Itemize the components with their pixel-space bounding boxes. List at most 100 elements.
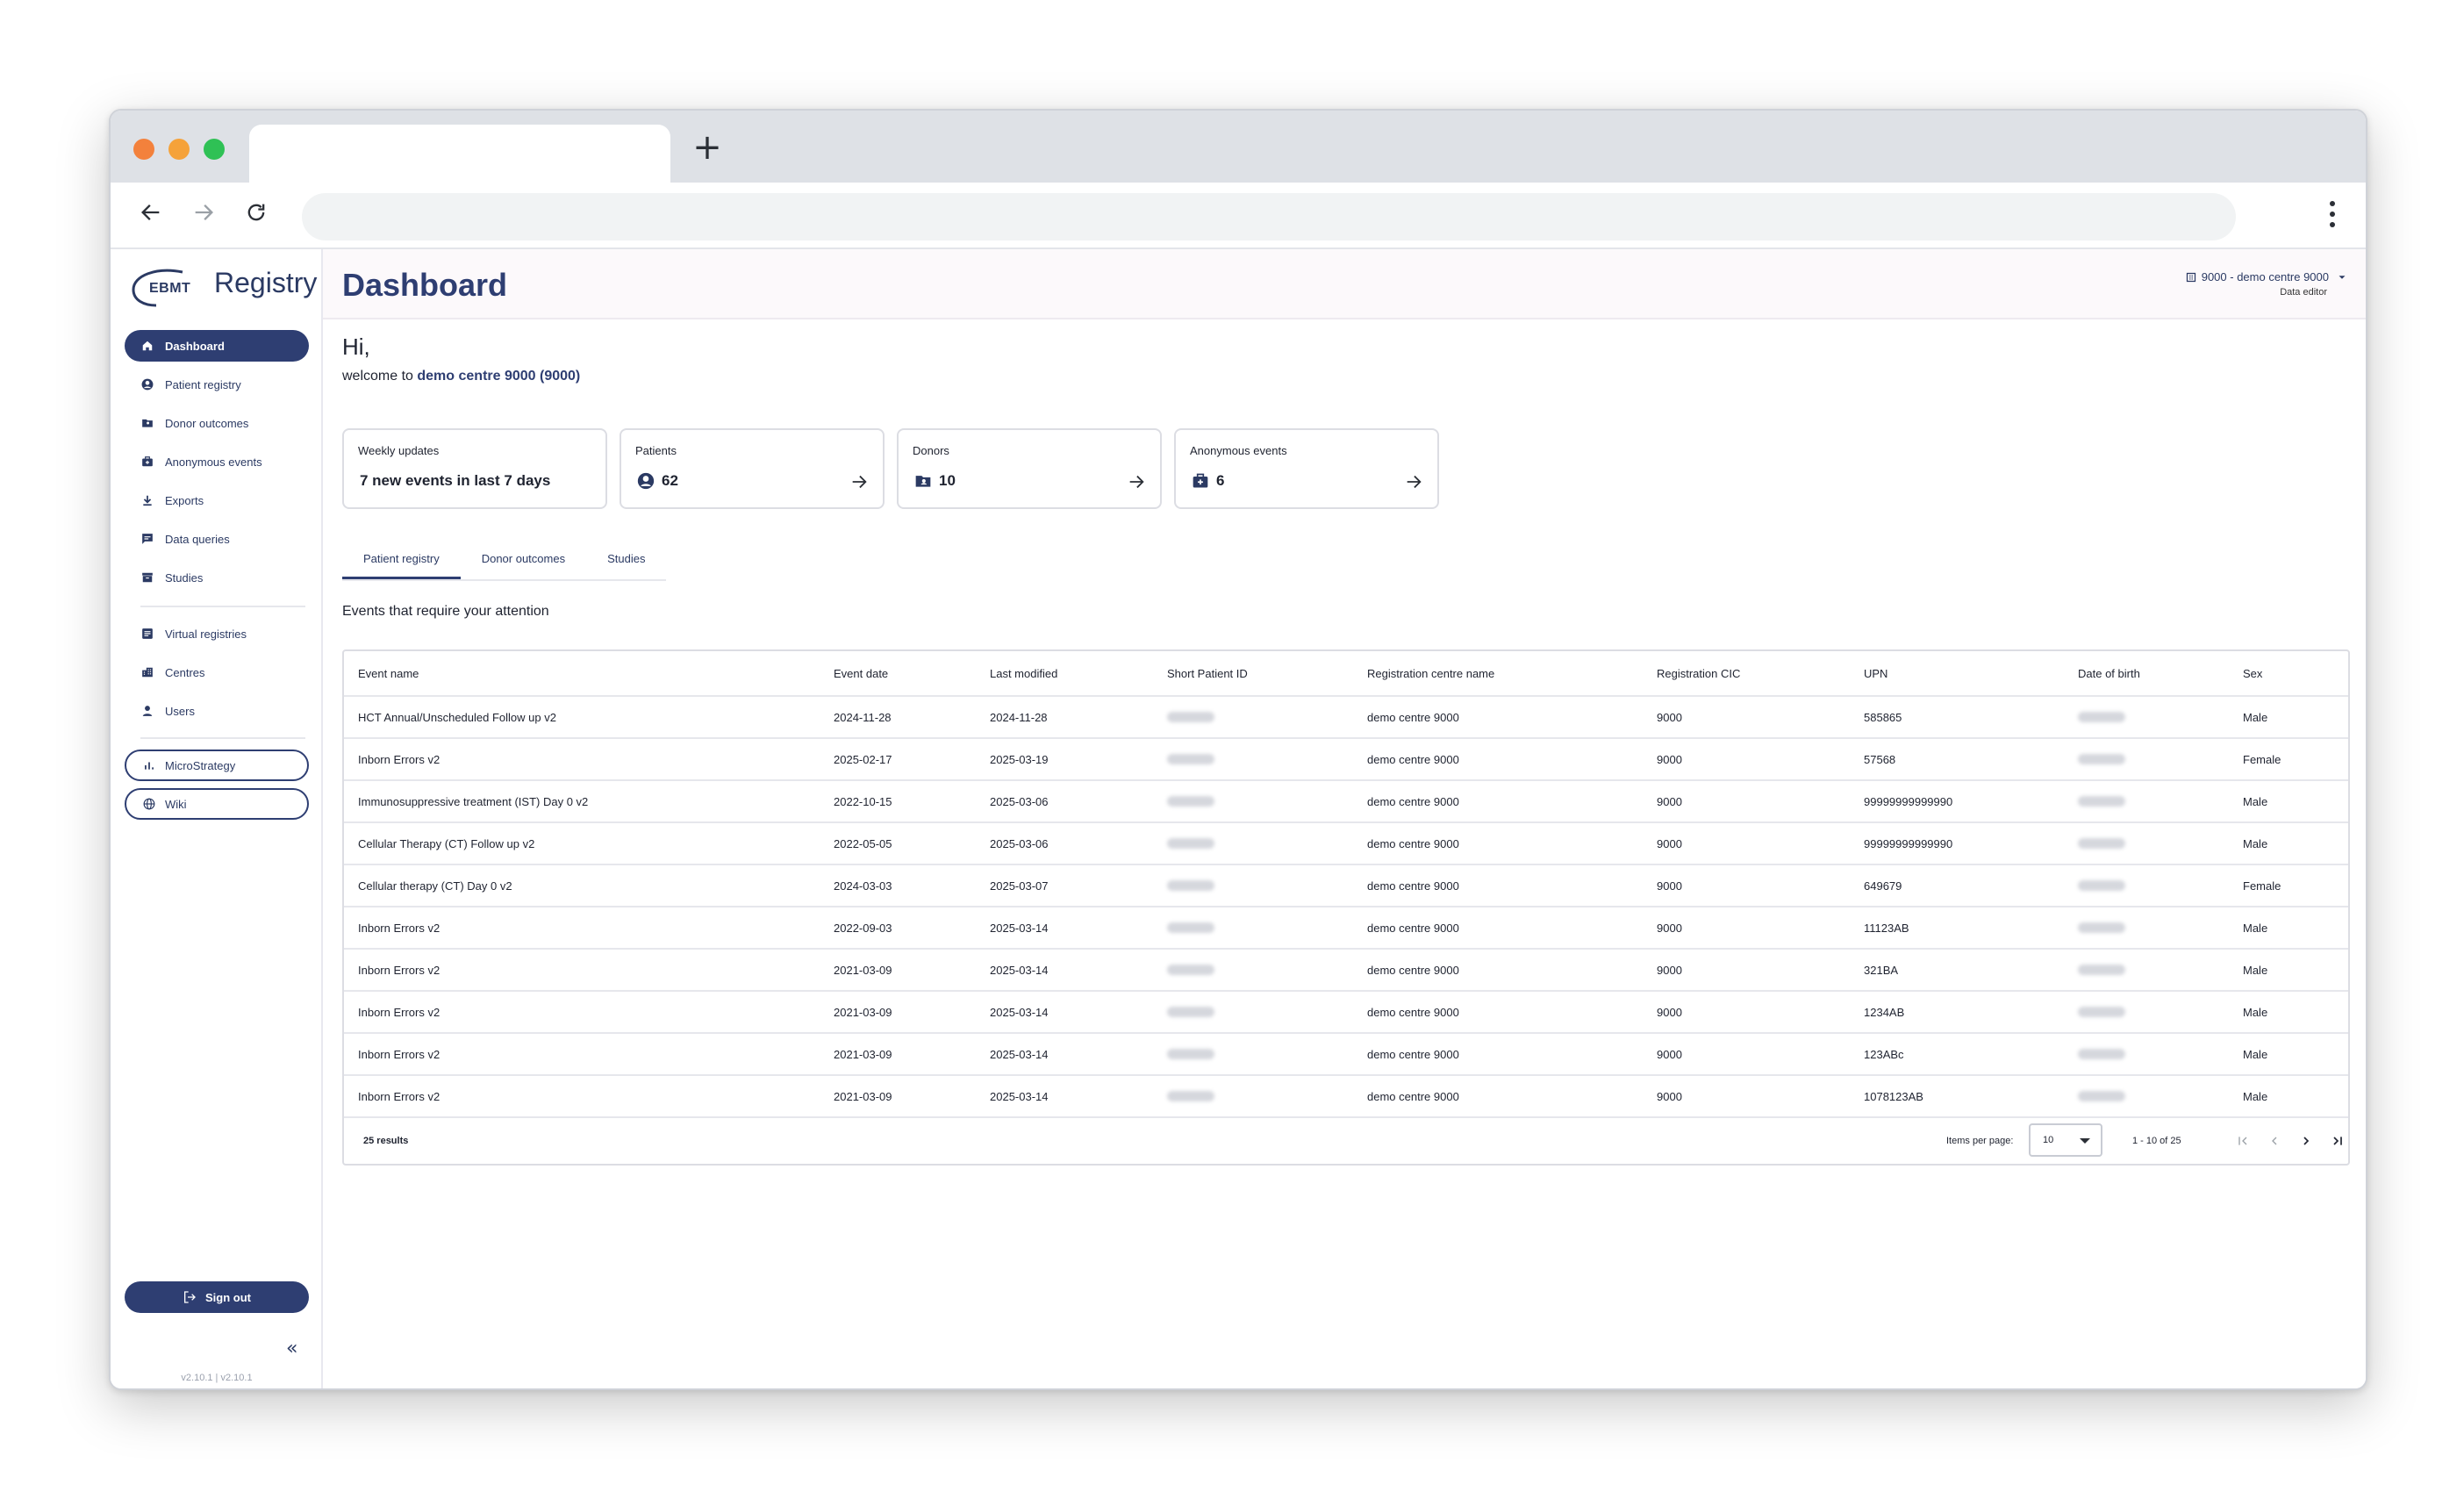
sidebar-divider — [140, 606, 305, 607]
results-count: 25 results — [363, 1136, 409, 1146]
column-header[interactable]: Registration centre name — [1367, 651, 1494, 695]
registration-cic-cell: 9000 — [1657, 752, 1682, 766]
last-modified-cell: 2024-11-28 — [990, 710, 1048, 724]
centre-selector[interactable]: 9000 - demo centre 9000 Data editor — [2186, 270, 2348, 298]
medical-bag-icon — [140, 455, 154, 469]
microstrategy-link[interactable]: MicroStrategy — [125, 750, 309, 781]
download-icon — [140, 493, 154, 507]
next-page-icon[interactable] — [2296, 1130, 2317, 1151]
arrow-right-icon[interactable] — [849, 472, 869, 491]
donors-card[interactable]: Donors 10 — [897, 428, 1162, 509]
last-modified-cell: 2025-03-14 — [990, 963, 1049, 977]
close-window-button[interactable] — [133, 139, 154, 160]
address-bar[interactable] — [302, 193, 2236, 240]
tab-donor-outcomes[interactable]: Donor outcomes — [461, 539, 586, 579]
sidebar-item-users[interactable]: Users — [125, 695, 309, 727]
sidebar-item-data-queries[interactable]: Data queries — [125, 523, 309, 555]
last-page-icon[interactable] — [2327, 1130, 2348, 1151]
table-row[interactable]: Inborn Errors v2 2022-09-03 2025-03-14 demo… — [344, 907, 2348, 950]
redacted-value — [1167, 838, 1214, 849]
table-row[interactable]: Immunosuppressive treatment (IST) Day 0 … — [344, 781, 2348, 823]
event-name-cell: Cellular Therapy (CT) Follow up v2 — [358, 836, 535, 850]
table-row[interactable]: Cellular therapy (CT) Day 0 v2 2024-03-03… — [344, 865, 2348, 907]
arrow-right-icon[interactable] — [1404, 472, 1423, 491]
sign-out-button[interactable]: Sign out — [125, 1281, 309, 1313]
sidebar: EBMT Registry Dashboard Patient registry… — [111, 249, 323, 1388]
registration-cic-cell: 9000 — [1657, 836, 1682, 850]
sidebar-item-donor-outcomes[interactable]: Donor outcomes — [125, 407, 309, 439]
event-date-cell: 2024-03-03 — [834, 879, 892, 893]
sidebar-item-studies[interactable]: Studies — [125, 562, 309, 593]
sign-out-label: Sign out — [205, 1290, 251, 1304]
minimize-window-button[interactable] — [168, 139, 190, 160]
event-name-cell: Cellular therapy (CT) Day 0 v2 — [358, 879, 512, 893]
sidebar-item-patient-registry[interactable]: Patient registry — [125, 369, 309, 400]
column-header[interactable]: Event date — [834, 651, 888, 695]
browser-tab[interactable] — [249, 125, 670, 184]
maximize-window-button[interactable] — [204, 139, 225, 160]
tab-studies[interactable]: Studies — [586, 539, 666, 579]
redacted-value — [2078, 922, 2125, 933]
event-name-cell: Inborn Errors v2 — [358, 1047, 441, 1061]
sex-cell: Male — [2243, 1089, 2268, 1103]
wiki-link[interactable]: Wiki — [125, 788, 309, 820]
collapse-sidebar-icon[interactable]: « — [286, 1338, 297, 1359]
column-header[interactable]: Short Patient ID — [1167, 651, 1248, 695]
patients-card[interactable]: Patients 62 — [620, 428, 885, 509]
column-header[interactable]: UPN — [1864, 651, 1887, 695]
sidebar-item-dashboard[interactable]: Dashboard — [125, 330, 309, 362]
table-row[interactable]: Inborn Errors v2 2021-03-09 2025-03-14 demo… — [344, 950, 2348, 992]
patients-count: 62 — [662, 472, 678, 489]
items-per-page-select[interactable]: 10 — [2029, 1123, 2102, 1157]
reload-icon[interactable] — [239, 195, 274, 230]
back-arrow-icon[interactable] — [133, 195, 168, 230]
sidebar-item-centres[interactable]: Centres — [125, 656, 309, 688]
forward-arrow-icon[interactable] — [186, 195, 221, 230]
sidebar-item-anonymous-events[interactable]: Anonymous events — [125, 446, 309, 477]
chevron-down-icon — [2339, 275, 2346, 279]
table-row[interactable]: Inborn Errors v2 2021-03-09 2025-03-14 demo… — [344, 992, 2348, 1034]
event-name-cell: Inborn Errors v2 — [358, 921, 441, 935]
welcome-centre: demo centre 9000 (9000) — [417, 369, 581, 384]
table-row[interactable]: Inborn Errors v2 2021-03-09 2025-03-14 demo… — [344, 1076, 2348, 1118]
table-row[interactable]: HCT Annual/Unscheduled Follow up v2 2024-… — [344, 697, 2348, 739]
sex-cell: Male — [2243, 1047, 2268, 1061]
table-row[interactable]: Inborn Errors v2 2021-03-09 2025-03-14 demo… — [344, 1034, 2348, 1076]
column-header[interactable]: Date of birth — [2078, 651, 2140, 695]
last-modified-cell: 2025-03-14 — [990, 1005, 1049, 1019]
column-header[interactable]: Sex — [2243, 651, 2262, 695]
card-title: Anonymous events — [1190, 444, 1287, 457]
registration-cic-cell: 9000 — [1657, 1005, 1682, 1019]
new-tab-icon[interactable]: + — [690, 130, 725, 165]
previous-page-icon[interactable] — [2264, 1130, 2285, 1151]
table-row[interactable]: Inborn Errors v2 2025-02-17 2025-03-19 demo… — [344, 739, 2348, 781]
event-date-cell: 2022-10-15 — [834, 794, 892, 808]
short-patient-id-cell — [1167, 950, 1214, 990]
registration-cic-cell: 9000 — [1657, 963, 1682, 977]
sidebar-item-virtual-registries[interactable]: Virtual registries — [125, 618, 309, 649]
tab-patient-registry[interactable]: Patient registry — [342, 539, 461, 579]
registration-cic-cell: 9000 — [1657, 794, 1682, 808]
welcome-prefix: welcome to — [342, 369, 413, 384]
registration-centre-name-cell: demo centre 9000 — [1367, 752, 1459, 766]
ebmt-registry-logo[interactable]: EBMT Registry — [130, 265, 317, 309]
registration-cic-cell: 9000 — [1657, 1089, 1682, 1103]
column-header[interactable]: Registration CIC — [1657, 651, 1740, 695]
short-patient-id-cell — [1167, 907, 1214, 948]
logo-prefix: EBMT — [149, 281, 191, 296]
sex-cell: Male — [2243, 921, 2268, 935]
column-header[interactable]: Event name — [358, 651, 419, 695]
sidebar-item-exports[interactable]: Exports — [125, 484, 309, 516]
first-page-icon[interactable] — [2232, 1130, 2253, 1151]
column-header[interactable]: Last modified — [990, 651, 1057, 695]
anonymous-events-card[interactable]: Anonymous events 6 — [1174, 428, 1439, 509]
browser-menu-icon[interactable] — [2327, 197, 2338, 232]
table-row[interactable]: Cellular Therapy (CT) Follow up v2 2022-0… — [344, 823, 2348, 865]
event-date-cell: 2021-03-09 — [834, 1047, 892, 1061]
arrow-right-icon[interactable] — [1127, 472, 1146, 491]
upn-cell: 1078123AB — [1864, 1089, 1923, 1103]
weekly-updates-card: Weekly updates 7 new events in last 7 da… — [342, 428, 607, 509]
redacted-value — [2078, 796, 2125, 807]
redacted-value — [2078, 1091, 2125, 1101]
sidebar-item-label: Data queries — [165, 532, 230, 546]
